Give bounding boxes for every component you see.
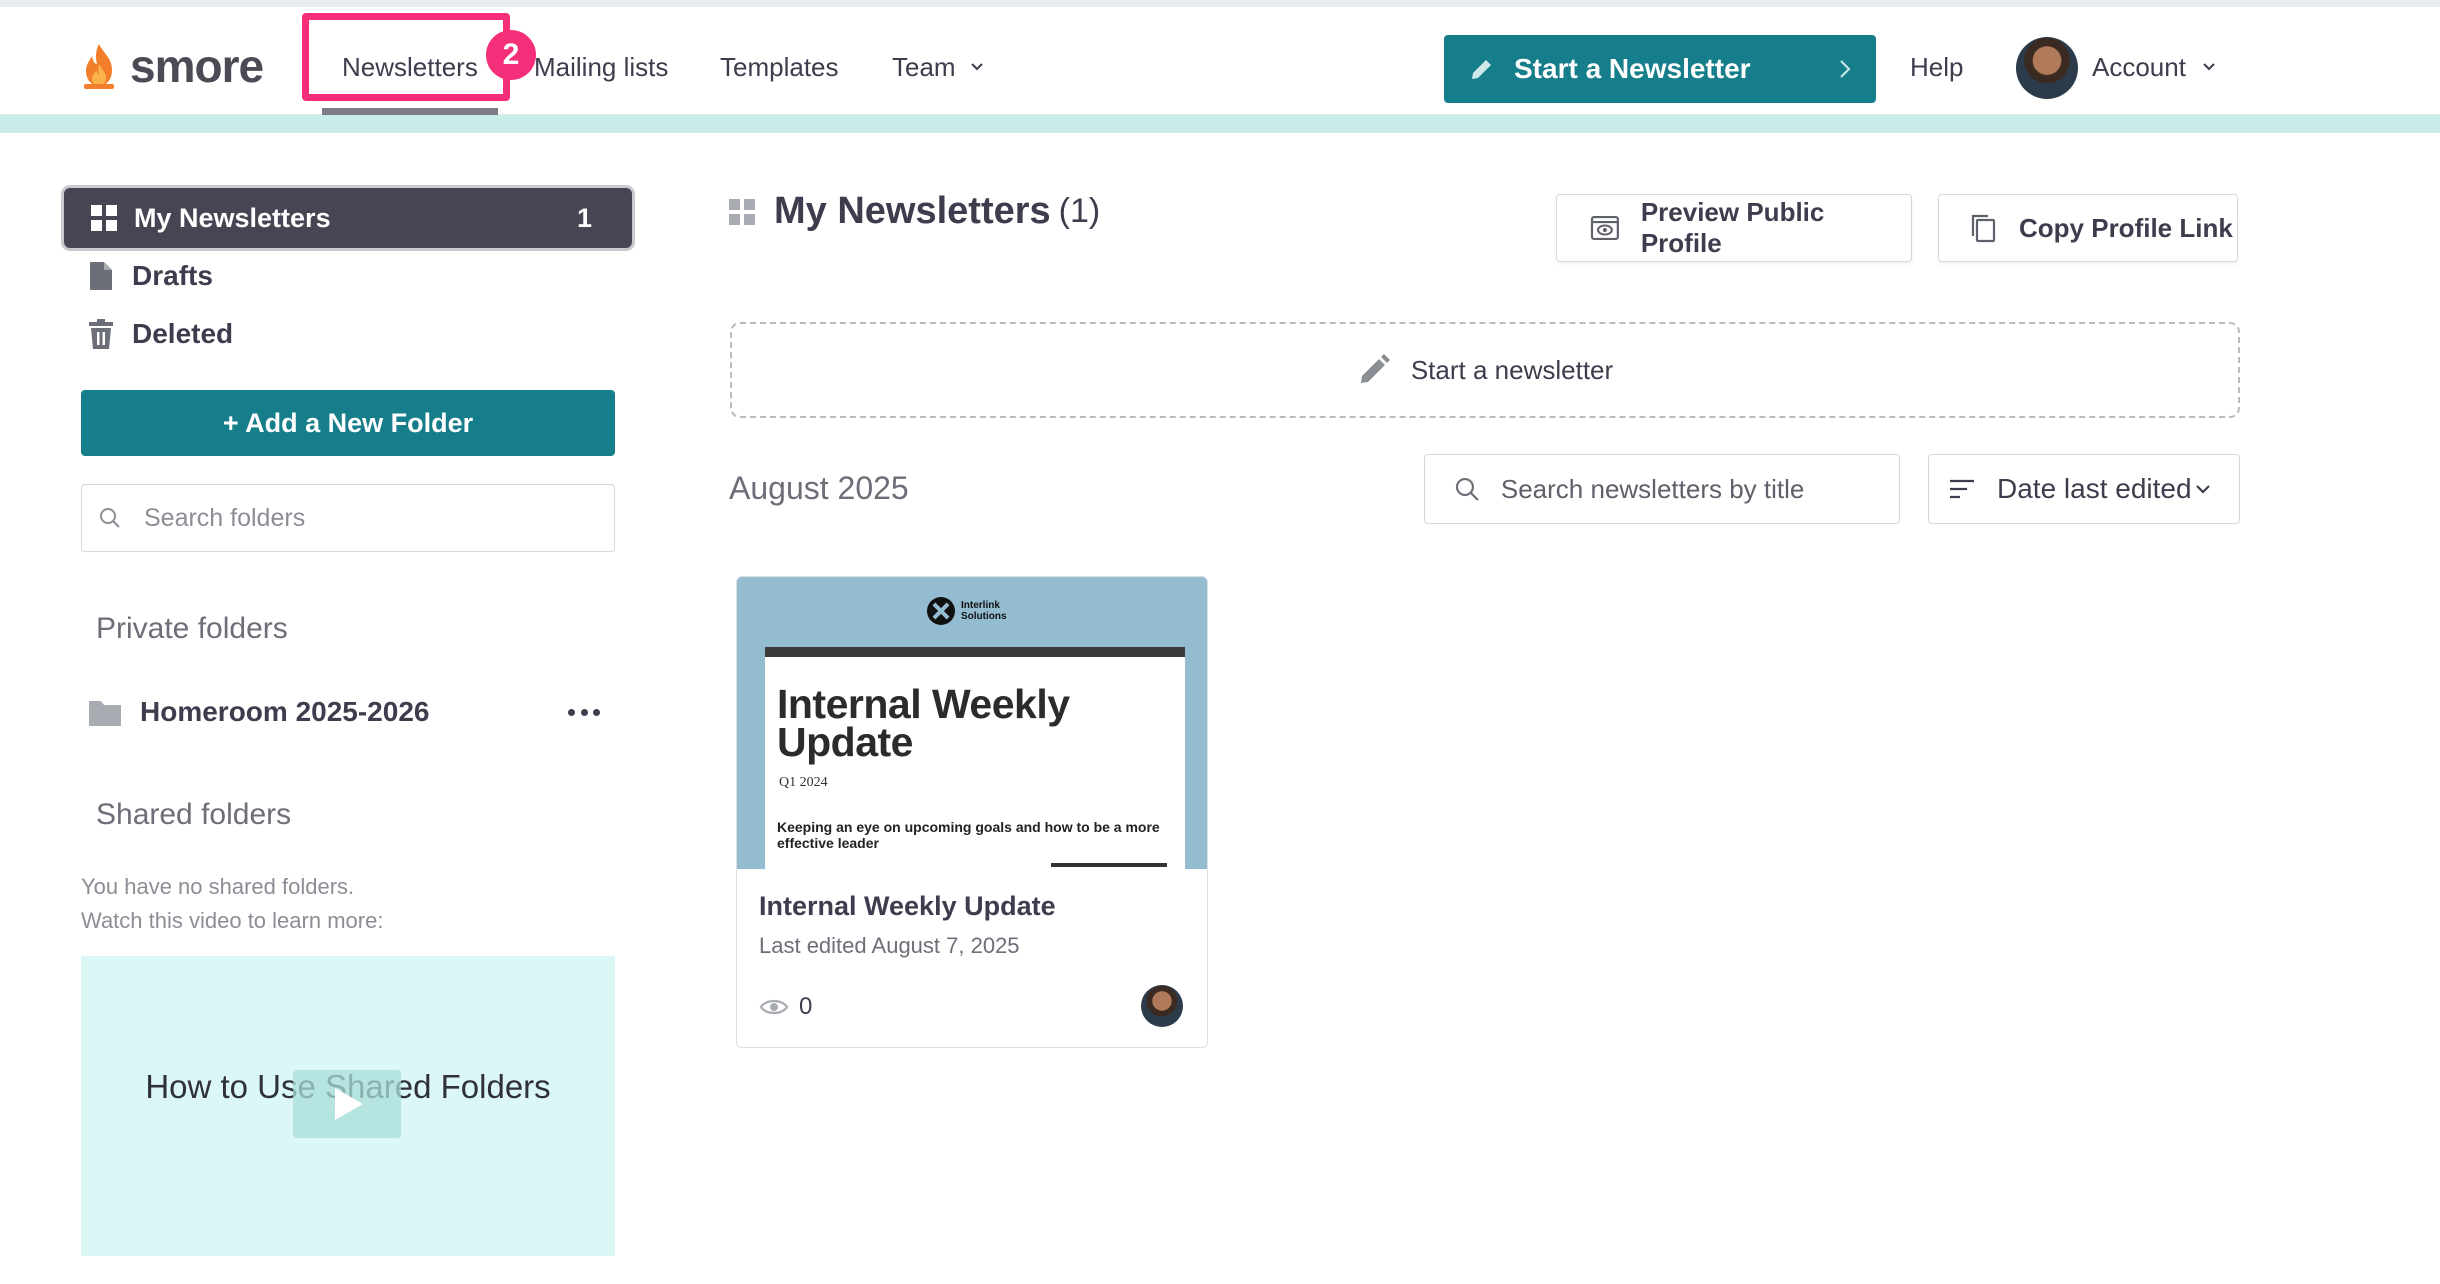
private-folders-heading: Private folders xyxy=(96,612,288,645)
header-accent-strip xyxy=(0,115,2440,133)
chevron-down-icon xyxy=(2203,63,2215,71)
search-newsletters-field xyxy=(1424,454,1900,524)
thumbnail-date: Q1 2024 xyxy=(779,775,828,790)
thumbnail-divider xyxy=(1051,863,1167,867)
pencil-icon xyxy=(1472,60,1491,79)
sort-icon xyxy=(1950,479,1974,499)
shared-folders-video-note: Watch this video to learn more: xyxy=(81,908,384,933)
search-newsletters-input[interactable] xyxy=(1500,473,1899,505)
chevron-down-icon xyxy=(970,63,983,71)
folder-name: Homeroom 2025-2026 xyxy=(140,696,430,727)
tutorial-step-badge: 2 xyxy=(486,30,536,80)
chevron-down-icon xyxy=(2196,485,2210,494)
sidebar-item-drafts[interactable]: Drafts xyxy=(86,254,213,298)
eye-icon xyxy=(759,999,789,1015)
search-icon xyxy=(1455,477,1479,501)
preview-eye-icon xyxy=(1590,215,1619,241)
folder-more-options-icon[interactable] xyxy=(568,694,600,730)
start-newsletter-button[interactable]: Start a Newsletter xyxy=(1444,35,1876,103)
sidebar-item-label: Drafts xyxy=(132,260,213,291)
thumbnail-subtitle: Keeping an eye on upcoming goals and how… xyxy=(777,819,1160,851)
newsletter-thumbnail: Interlink Solutions Internal Weekly Upda… xyxy=(737,577,1207,869)
start-newsletter-dropzone[interactable]: Start a newsletter xyxy=(730,322,2240,418)
start-newsletter-label: Start a Newsletter xyxy=(1514,53,1751,84)
copy-profile-link-button[interactable]: Copy Profile Link xyxy=(1938,194,2238,262)
brand-mark-icon xyxy=(927,597,955,625)
flame-logo-icon xyxy=(84,44,114,89)
nav-account-menu[interactable]: Account xyxy=(2092,47,2216,87)
play-icon[interactable] xyxy=(293,1070,401,1138)
author-avatar xyxy=(1141,985,1183,1027)
user-avatar[interactable] xyxy=(2016,37,2078,99)
preview-profile-label: Preview Public Profile xyxy=(1640,197,1825,258)
preview-public-profile-button[interactable]: Preview Public Profile xyxy=(1556,194,1912,262)
active-nav-underline xyxy=(322,108,498,115)
search-folders-input[interactable] xyxy=(144,503,584,533)
thumbnail-page: Internal Weekly Update Q1 2024 Keeping a… xyxy=(765,647,1185,869)
shared-folders-video[interactable]: How to Use Shared Folders xyxy=(81,956,615,1256)
page-title-text: My Newsletters xyxy=(774,190,1051,232)
newsletter-last-edited: Last edited August 7, 2025 xyxy=(759,933,1020,958)
shared-folders-heading: Shared folders xyxy=(96,798,292,831)
sidebar-item-deleted[interactable]: Deleted xyxy=(86,312,233,356)
views-count: 0 xyxy=(799,993,813,1020)
grid-icon xyxy=(729,198,755,225)
sort-value: Date last edited xyxy=(1997,473,2192,504)
nav-help[interactable]: Help xyxy=(1910,47,1963,87)
thumbnail-brand: Interlink Solutions xyxy=(961,600,1007,622)
newsletter-title[interactable]: Internal Weekly Update xyxy=(759,891,1056,922)
nav-mailing-lists[interactable]: Mailing lists xyxy=(534,47,668,87)
search-folders-field xyxy=(81,484,615,552)
thumbnail-heading: Internal Weekly Update xyxy=(777,681,1070,765)
sidebar-item-label: Deleted xyxy=(132,318,234,349)
grid-icon xyxy=(91,205,117,231)
folder-icon xyxy=(89,701,121,726)
nav-team-menu[interactable]: Team xyxy=(892,47,984,87)
shared-folders-empty-note: You have no shared folders. xyxy=(81,874,355,899)
folder-item[interactable]: Homeroom 2025-2026 xyxy=(88,690,608,734)
trash-icon xyxy=(89,319,113,349)
search-icon xyxy=(100,508,120,528)
newsletter-count: 1 xyxy=(576,202,592,233)
copy-icon xyxy=(1971,214,1996,243)
pencil-icon xyxy=(1360,354,1390,383)
document-icon xyxy=(90,262,112,290)
sort-dropdown[interactable]: Date last edited xyxy=(1928,454,2240,524)
page-title-count: (1) xyxy=(1058,192,1101,230)
copy-profile-link-label: Copy Profile Link xyxy=(2019,212,2233,243)
chevron-right-icon xyxy=(1840,60,1851,78)
sidebar-item-my-newsletters[interactable]: My Newsletters 1 xyxy=(64,188,632,248)
newsletter-views: 0 xyxy=(759,993,812,1021)
nav-account-label: Account xyxy=(2092,52,2186,82)
smore-logo[interactable]: smore xyxy=(80,40,264,92)
newsletter-card[interactable]: Interlink Solutions Internal Weekly Upda… xyxy=(736,576,1208,1048)
nav-templates[interactable]: Templates xyxy=(720,47,839,87)
start-newsletter-dropzone-label: Start a newsletter xyxy=(1410,354,1614,385)
top-border xyxy=(0,0,2440,7)
month-group-heading: August 2025 xyxy=(729,470,909,506)
thumbnail-brand-logo: Interlink Solutions xyxy=(927,597,1031,625)
logo-text: smore xyxy=(130,40,264,92)
tutorial-highlight-box xyxy=(302,13,510,101)
sidebar-item-label: My Newsletters xyxy=(134,202,331,233)
nav-team-label: Team xyxy=(892,52,956,82)
page-title: My Newsletters (1) xyxy=(728,190,1100,233)
add-folder-button[interactable]: + Add a New Folder xyxy=(81,390,615,456)
